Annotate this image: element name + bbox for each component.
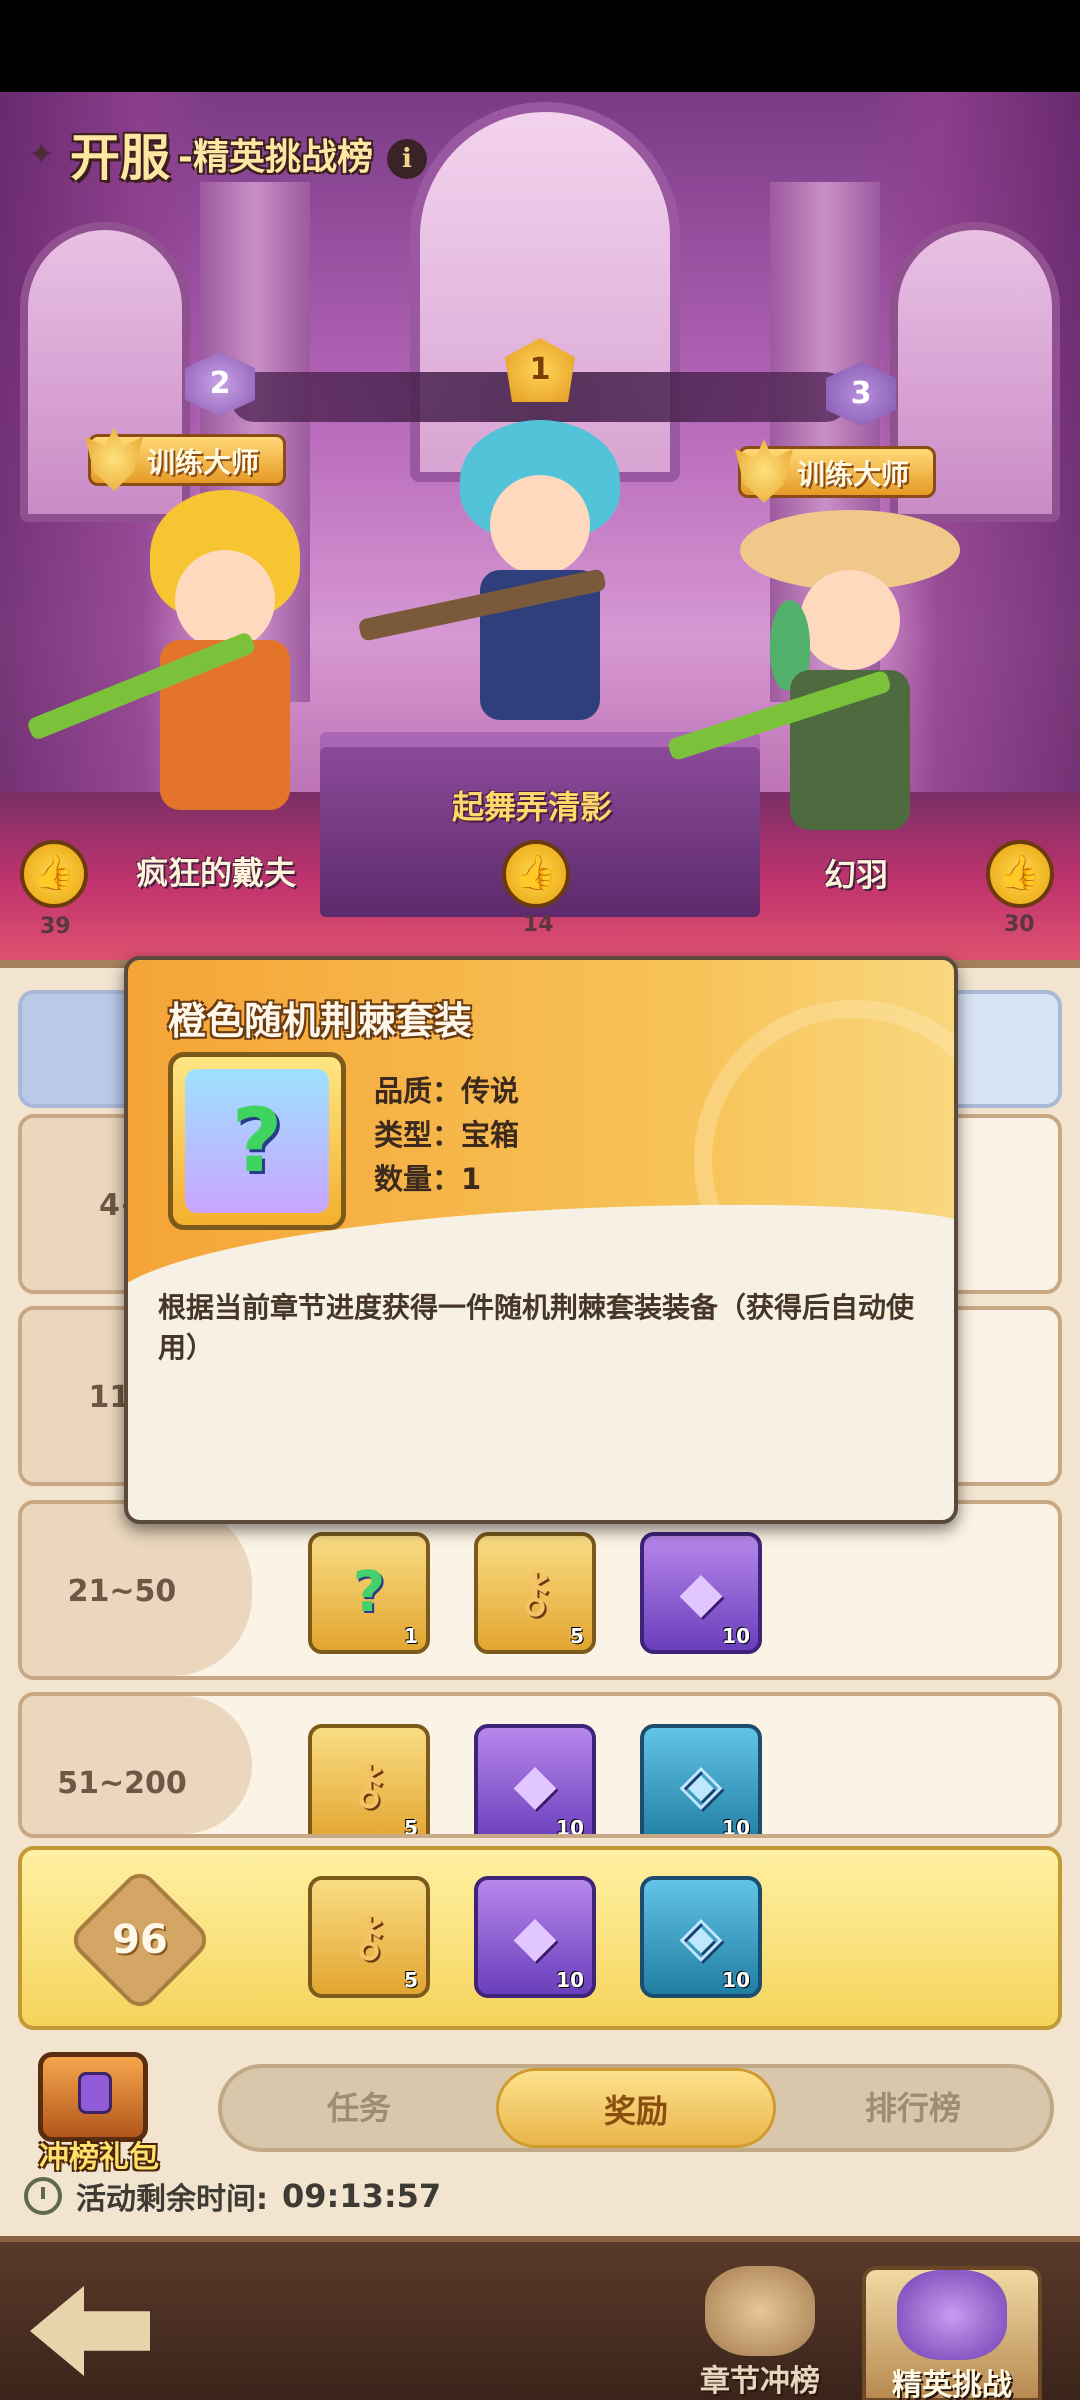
back-button[interactable] [30, 2286, 150, 2376]
item-quantity: 10 [722, 1624, 750, 1648]
rank-range-label: 51~200 [57, 1766, 187, 1801]
timer-value: 09:13:57 [282, 2177, 442, 2215]
face [175, 550, 275, 650]
item-quantity: 1 [404, 1624, 418, 1648]
honor-title-right: 训练大师 [735, 439, 937, 503]
item-quantity: 5 [570, 1624, 584, 1648]
purple-gem-item[interactable]: ◆ 10 [474, 1876, 596, 1998]
item-quantity: 10 [556, 1816, 584, 1838]
game-screen: ✦ 开服 -精英挑战榜 i 1 2 3 训练大师 训练大师 疯狂的戴夫 起舞弄清… [0, 0, 1080, 2400]
item-frame: ? [168, 1052, 346, 1230]
status-bar [0, 0, 1080, 92]
title-main: 开服 [70, 129, 170, 187]
item-quantity: 10 [722, 1968, 750, 1992]
item-type: 类型：宝箱 [374, 1118, 520, 1152]
item-description: 根据当前章节进度获得一件随机荆棘套装装备（获得后自动使用） [158, 1291, 915, 1364]
chest-lock-icon [78, 2072, 112, 2114]
mystery-box-icon: ? [185, 1069, 329, 1213]
blue-crystal-item[interactable]: ◈ 10 [640, 1724, 762, 1838]
bottom-nav: 章节冲榜 精英挑战 [0, 2236, 1080, 2400]
question-mark: ? [231, 1089, 283, 1192]
item-quality: 品质：传说 [374, 1074, 520, 1108]
character-rank-1[interactable] [357, 420, 660, 750]
thumbs-up-icon: 👍 [32, 853, 76, 893]
like-count-rank-1: 14 [523, 912, 554, 937]
player-name-rank-3[interactable]: 幻羽 [824, 850, 888, 896]
mystery-box-item[interactable]: ? 1 [308, 1532, 430, 1654]
item-quantity: 5 [404, 1816, 418, 1838]
player-name-rank-1[interactable]: 起舞弄清影 [452, 782, 612, 828]
timer-label: 活动剩余时间: [76, 2182, 268, 2217]
key-item[interactable]: ⚷ 5 [308, 1876, 430, 1998]
popup-title: 橙色随机荆棘套装 [168, 999, 473, 1043]
character-rank-3[interactable] [666, 500, 970, 850]
rank-range-label: 21~50 [67, 1574, 177, 1609]
star-icon: ✦ [28, 135, 55, 173]
info-icon[interactable]: i [386, 139, 427, 179]
key-item[interactable]: ⚷ 5 [308, 1724, 430, 1838]
like-button-rank-1[interactable]: 👍 [502, 840, 570, 908]
purple-gem-item[interactable]: ◆ 10 [640, 1532, 762, 1654]
reward-row[interactable]: 51~200 ⚷ 5 ◆ 10 ◈ 10 [18, 1692, 1062, 1838]
nav-label: 精英挑战 [892, 2368, 1012, 2400]
like-count-rank-2: 39 [40, 914, 71, 939]
purple-gem-item[interactable]: ◆ 10 [474, 1724, 596, 1838]
page-title: ✦ 开服 -精英挑战榜 i [28, 118, 427, 190]
back-arrow-icon [30, 2286, 150, 2376]
like-button-rank-3[interactable]: 👍 [986, 840, 1054, 908]
clock-icon [24, 2177, 62, 2215]
gift-pack-button[interactable]: 冲榜礼包 [24, 2052, 164, 2175]
item-detail-popup[interactable]: 橙色随机荆棘套装 ? 品质：传说 类型：宝箱 数量：1 根据当前章节进度获得一件… [124, 956, 958, 1524]
item-quantity: 10 [722, 1816, 750, 1838]
tab-rewards[interactable]: 奖励 [496, 2068, 776, 2148]
character-rank-2[interactable] [25, 480, 340, 840]
gift-pack-label: 冲榜礼包 [39, 2140, 159, 2175]
like-button-rank-2[interactable]: 👍 [20, 840, 88, 908]
honor-title-left: 训练大师 [85, 427, 287, 491]
nav-elite-challenge[interactable]: 精英挑战 [862, 2266, 1042, 2400]
tab-bar: 任务 奖励 排行榜 [218, 2064, 1054, 2152]
blue-crystal-item[interactable]: ◈ 10 [640, 1876, 762, 1998]
reward-row[interactable]: 21~50 ? 1 ⚷ 5 ◆ 10 [18, 1500, 1062, 1680]
thumbs-up-icon: 👍 [998, 853, 1042, 893]
face [800, 570, 900, 670]
event-timer: 活动剩余时间: 09:13:57 [24, 2174, 441, 2218]
title-sub: -精英挑战榜 [178, 137, 373, 178]
item-count: 数量：1 [374, 1162, 482, 1196]
nav-chapter-rush[interactable]: 章节冲榜 [670, 2266, 850, 2400]
key-item[interactable]: ⚷ 5 [474, 1532, 596, 1654]
my-rank-number: 96 [112, 1917, 168, 1963]
item-quantity: 5 [404, 1968, 418, 1992]
honor-title-text: 训练大师 [147, 446, 260, 479]
beast-skull-icon [705, 2266, 815, 2356]
face [490, 475, 590, 575]
my-rank-row[interactable]: 96 ⚷ 5 ◆ 10 ◈ 10 [18, 1846, 1062, 2030]
honor-title-text: 训练大师 [797, 458, 910, 491]
elite-emblem-icon [897, 2270, 1007, 2360]
tab-tasks[interactable]: 任务 [222, 2068, 496, 2148]
tab-ranking[interactable]: 排行榜 [776, 2068, 1050, 2148]
like-count-rank-3: 30 [1004, 912, 1035, 937]
nav-label: 章节冲榜 [700, 2364, 820, 2399]
crown-icon [735, 439, 793, 503]
item-quantity: 10 [556, 1968, 584, 1992]
player-name-rank-2[interactable]: 疯狂的戴夫 [136, 848, 296, 894]
thumbs-up-icon: 👍 [514, 853, 558, 893]
